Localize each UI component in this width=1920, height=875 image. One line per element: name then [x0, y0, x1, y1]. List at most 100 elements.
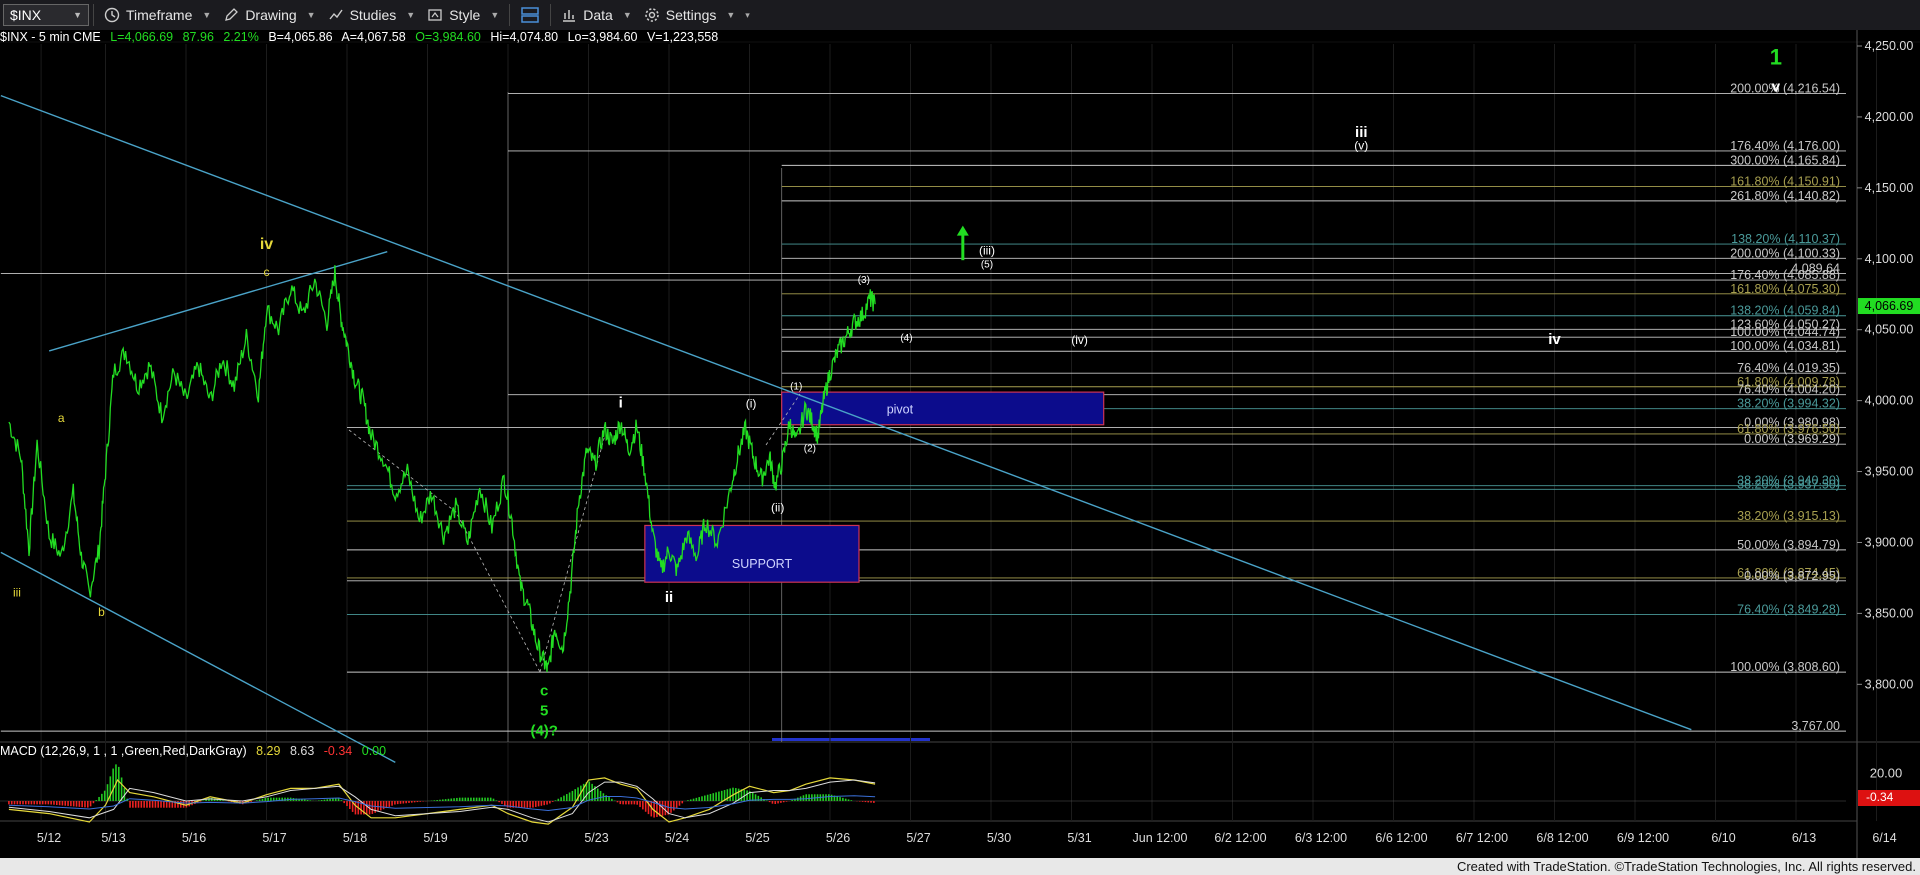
quote-bid: B=4,065.86: [268, 30, 332, 44]
wave-label: (3): [858, 275, 870, 286]
toolbar-separator: [93, 4, 94, 26]
time-tick-label: 5/13: [101, 831, 125, 845]
wave-label: a: [58, 411, 65, 425]
time-tick-label: 6/7 12:00: [1456, 831, 1508, 845]
layout-icon: [520, 6, 540, 24]
wave-label: (4)?: [530, 722, 558, 739]
style-button[interactable]: Style ▼: [421, 2, 505, 28]
price-tick-label: 4,250.00: [1865, 39, 1914, 53]
time-tick-label: 6/10: [1711, 831, 1735, 845]
symbol-value: $INX: [10, 7, 42, 23]
studies-label: Studies: [349, 7, 397, 23]
macd-value-2: 8.63: [290, 744, 314, 758]
fib-level-label: 200.00% (4,216.54): [1730, 81, 1840, 95]
time-tick-label: 5/31: [1067, 831, 1091, 845]
time-tick-label: 5/16: [182, 831, 206, 845]
fib-level-label: 38.20% (3,994.32): [1737, 397, 1840, 411]
time-tick-label: 6/14: [1872, 831, 1896, 845]
settings-label: Settings: [665, 7, 717, 23]
wave-label: (4): [900, 333, 912, 344]
time-tick-label: 5/19: [423, 831, 447, 845]
wave-label: iv: [260, 236, 273, 253]
gear-icon: [644, 7, 660, 23]
time-axis-bar: [772, 738, 930, 741]
wave-label: (2): [804, 444, 816, 455]
data-label: Data: [583, 7, 613, 23]
wave-label: (iii): [979, 244, 995, 258]
caret-down-icon: ▼: [490, 10, 500, 20]
timeframe-button[interactable]: Timeframe ▼: [98, 2, 217, 28]
price-tick-label: 4,200.00: [1865, 110, 1914, 124]
symbol-field[interactable]: $INX ▼: [3, 4, 89, 26]
macd-value-1: 8.29: [256, 744, 280, 758]
fib-level-label: 138.20% (4,110.37): [1731, 232, 1840, 246]
support-box-label: SUPPORT: [732, 557, 793, 571]
quote-volume: V=1,223,558: [647, 30, 718, 44]
wave-label: c: [540, 683, 548, 700]
caret-down-icon: ▼: [202, 10, 212, 20]
time-tick-label: 5/26: [826, 831, 850, 845]
time-tick-label: 5/18: [343, 831, 367, 845]
caret-down-icon: ▼: [306, 10, 316, 20]
quote-last: L=4,066.69: [110, 30, 173, 44]
wave-label: b: [98, 605, 105, 619]
wave-label: (iv): [1071, 333, 1088, 347]
wave-label: (1): [790, 381, 802, 392]
time-tick-label: 6/6 12:00: [1375, 831, 1427, 845]
studies-icon: [328, 7, 344, 23]
wave-label: iv: [1548, 331, 1561, 348]
settings-button[interactable]: Settings ▼ ▾: [638, 2, 756, 28]
pivot-box-label: pivot: [887, 402, 914, 416]
wave-label: 1: [1770, 44, 1782, 69]
wave-label: (ii): [771, 500, 784, 514]
time-tick-label: Jun 12:00: [1133, 831, 1188, 845]
fib-level-label: 50.00% (3,894.79): [1737, 538, 1840, 552]
layout-button[interactable]: [514, 2, 546, 28]
time-tick-label: 5/30: [987, 831, 1011, 845]
wave-label: (i): [746, 397, 757, 411]
fib-level-label: 100.00% (4,034.81): [1730, 339, 1840, 353]
quote-pct: 2.21%: [223, 30, 258, 44]
quote-high: Hi=4,074.80: [490, 30, 558, 44]
time-tick-label: 5/20: [504, 831, 528, 845]
wave-label: i: [619, 395, 623, 412]
macd-value-3: -0.34: [324, 744, 353, 758]
current-price-value: 4,066.69: [1865, 299, 1914, 313]
drawing-label: Drawing: [245, 7, 297, 23]
toolbar-separator: [550, 4, 552, 26]
wave-label: v: [1772, 78, 1781, 95]
style-icon: [427, 7, 443, 23]
fib-level-label: 38.20% (3,937.50): [1737, 477, 1840, 491]
price-tick-label: 3,900.00: [1865, 535, 1914, 549]
footer: Created with TradeStation. ©TradeStation…: [0, 858, 1920, 875]
drawing-button[interactable]: Drawing ▼: [217, 2, 321, 28]
fib-level-label: 38.20% (3,915.13): [1737, 509, 1840, 523]
wave-label: (5): [981, 259, 993, 270]
data-icon: [561, 7, 577, 23]
fib-level-label: 161.80% (4,075.30): [1730, 282, 1840, 296]
studies-button[interactable]: Studies ▼: [322, 2, 422, 28]
data-button[interactable]: Data ▼: [555, 2, 638, 28]
price-chart[interactable]: 200.00% (4,216.54) 176.40% (4,176.00)300.…: [0, 30, 1920, 858]
more-icon[interactable]: ▾: [745, 10, 750, 21]
time-tick-label: 6/9 12:00: [1617, 831, 1669, 845]
fib-level-label: 161.80% (4,150.91): [1730, 175, 1840, 189]
chevron-down-icon[interactable]: ▼: [73, 10, 82, 20]
quote-change: 87.96: [183, 30, 214, 44]
wave-label: iii: [13, 585, 21, 599]
macd-label: MACD (12,26,9, 1 , 1 ,Green,Red,DarkGray…: [0, 744, 247, 758]
caret-down-icon: ▼: [726, 10, 736, 20]
fib-level-label: 0.00% (3,872.95): [1744, 569, 1840, 583]
price-tick-label: 4,000.00: [1865, 394, 1914, 408]
fib-level-label: 0.00% (3,969.29): [1744, 432, 1840, 446]
macd-axis-label: 20.00: [1870, 765, 1903, 780]
toolbar-separator: [509, 4, 511, 26]
quote-ask: A=4,067.58: [341, 30, 405, 44]
caret-down-icon: ▼: [406, 10, 416, 20]
price-tick-label: 3,850.00: [1865, 606, 1914, 620]
macd-header: MACD (12,26,9, 1 , 1 ,Green,Red,DarkGray…: [0, 744, 386, 758]
caret-down-icon: ▼: [622, 10, 632, 20]
fib-level-label: 176.40% (4,085.88): [1730, 268, 1840, 282]
toolbar: $INX ▼ Timeframe ▼ Drawing ▼ Studies ▼ S…: [0, 0, 1920, 31]
copyright-text: Created with TradeStation. ©TradeStation…: [1456, 859, 1916, 874]
